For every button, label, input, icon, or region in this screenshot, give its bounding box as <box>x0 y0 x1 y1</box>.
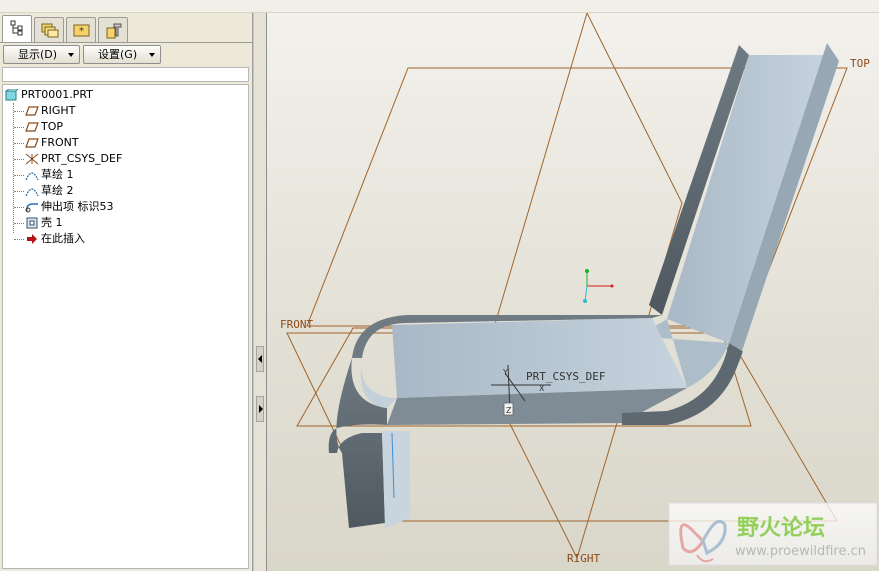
tree-item-label: RIGHT <box>41 104 76 117</box>
part-curl-inner <box>382 431 410 528</box>
tab-folder-browser[interactable] <box>34 17 64 43</box>
csys-y-label: Y <box>502 368 508 377</box>
tree-branch <box>14 111 24 112</box>
datum-plane-icon <box>25 106 39 116</box>
top-toolbar-strip <box>0 0 879 13</box>
folder-browser-icon <box>41 23 59 38</box>
tree-item-label: TOP <box>41 120 64 133</box>
chevron-down-icon <box>68 53 74 57</box>
tab-separator <box>0 42 253 43</box>
sketch-icon <box>25 172 39 181</box>
watermark-url: www.proewildfire.cn <box>735 544 866 559</box>
tree-item-label: 在此插入 <box>41 232 85 245</box>
model-tree: PRT0001.PRT RIGHT TOP FRONT PRT_CSYS_DEF <box>2 84 249 569</box>
tree-item-label: 草绘 2 <box>41 184 74 197</box>
right-plane-label: RIGHT <box>567 552 600 565</box>
csys-label: PRT_CSYS_DEF <box>526 370 605 383</box>
tab-model-tree[interactable] <box>2 15 32 43</box>
tree-branch <box>14 207 24 208</box>
settings-dropdown-label: 设置(G) <box>98 48 138 61</box>
tab-favorites[interactable]: * <box>66 17 96 43</box>
part-icon <box>5 89 19 101</box>
tools-icon <box>106 23 122 39</box>
top-plane-label: TOP <box>850 57 870 70</box>
right-datum-plane[interactable] <box>481 13 683 560</box>
datum-plane-icon <box>25 122 39 132</box>
panel-splitter[interactable] <box>253 13 267 571</box>
model-tree-icon <box>10 20 23 36</box>
watermark: 野火论坛 www.proewildfire.cn <box>668 502 878 566</box>
coordinate-system-icon <box>25 153 39 165</box>
proe-window: * 显示(D) 设置(G) PRT0001.PRT RIGHT TOP FRON… <box>0 0 879 571</box>
chevron-right-icon <box>259 405 263 413</box>
show-dropdown-label: 显示(D) <box>18 48 58 61</box>
insert-here-arrow-icon <box>27 234 37 244</box>
chevron-down-icon <box>149 53 155 57</box>
sweep-icon <box>25 203 38 213</box>
model-canvas: TOP FRONT RIGHT PRT_CSYS_DEF Y X Z 野火论坛 … <box>280 13 878 566</box>
tree-root-label: PRT0001.PRT <box>21 88 93 101</box>
csys-z-label: Z <box>506 406 512 415</box>
tree-item-label: FRONT <box>41 136 79 149</box>
watermark-title: 野火论坛 <box>737 515 825 541</box>
favorites-icon: * <box>73 24 90 37</box>
tree-branch <box>14 191 24 192</box>
tab-tools[interactable] <box>98 17 128 43</box>
collapse-left-button[interactable] <box>256 346 264 372</box>
part-curl <box>328 358 387 528</box>
settings-dropdown-button[interactable]: 设置(G) <box>83 45 161 64</box>
datum-plane-icon <box>25 138 39 148</box>
front-plane-label: FRONT <box>280 318 313 331</box>
expand-right-button[interactable] <box>256 396 264 422</box>
sketch-icon <box>25 188 39 197</box>
tree-item-label: 壳 1 <box>41 216 63 229</box>
tree-branch <box>14 127 24 128</box>
tree-connector <box>13 103 14 233</box>
graphics-viewport[interactable]: TOP FRONT RIGHT PRT_CSYS_DEF Y X Z 野火论坛 … <box>267 13 879 571</box>
navigator-panel: * 显示(D) 设置(G) PRT0001.PRT RIGHT TOP FRON… <box>0 13 253 571</box>
csys-x-label: X <box>539 384 545 393</box>
tree-branch <box>14 143 24 144</box>
chevron-left-icon <box>258 355 262 363</box>
svg-text:*: * <box>79 26 84 37</box>
tree-branch <box>14 223 24 224</box>
csys-z-axis <box>584 285 588 302</box>
tree-item-label: 伸出项 标识53 <box>41 200 114 213</box>
tree-item-label: 草绘 1 <box>41 168 74 181</box>
tree-branch <box>14 239 24 240</box>
shell-icon <box>26 217 38 229</box>
tree-branch <box>14 159 24 160</box>
tree-item-label: PRT_CSYS_DEF <box>41 152 123 165</box>
show-dropdown-button[interactable]: 显示(D) <box>3 45 80 64</box>
tree-filter-box[interactable] <box>2 67 249 82</box>
tree-branch <box>14 175 24 176</box>
